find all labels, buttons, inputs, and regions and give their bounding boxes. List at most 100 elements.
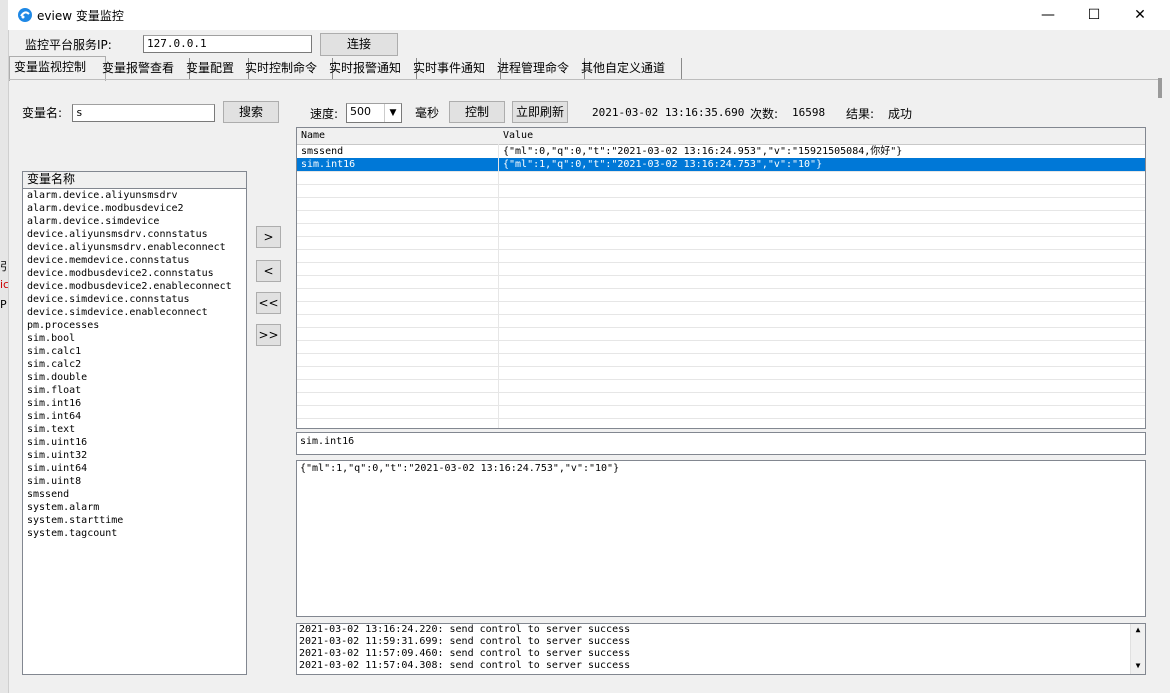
grid-cell-value: {"ml":1,"q":0,"t":"2021-03-02 13:16:24.7… [503,159,823,170]
variable-name-label: 变量名: [22,106,63,120]
table-row[interactable]: sim.int16 {"ml":1,"q":0,"t":"2021-03-02 1… [297,158,1145,172]
log-line: 2021-03-02 11:57:04.308: send control to… [299,660,631,671]
log-line: 2021-03-02 11:59:31.699: send control to… [299,636,631,647]
table-row[interactable] [297,301,1145,315]
selected-value-textarea[interactable]: {"ml":1,"q":0,"t":"2021-03-02 13:16:24.7… [296,460,1146,617]
variable-list-item[interactable]: device.simdevice.enableconnect [23,306,246,319]
server-ip-label: 监控平台服务IP: [25,38,112,52]
count-label: 次数: [750,107,779,121]
table-row[interactable] [297,184,1145,198]
add-selected-button[interactable]: > [256,226,281,248]
variable-list-item[interactable]: device.aliyunsmsdrv.connstatus [23,228,246,241]
speed-value: 500 [350,105,371,118]
table-row[interactable] [297,392,1145,406]
variable-list-item[interactable]: smssend [23,488,246,501]
variable-list-item[interactable]: alarm.device.modbusdevice2 [23,202,246,215]
tab-variable-config[interactable]: 变量配置 [182,58,249,80]
variable-list-item[interactable]: sim.bool [23,332,246,345]
minimize-button[interactable]: — [1025,0,1071,30]
tab-realtime-alarm[interactable]: 实时报警通知 [325,58,417,80]
result-value: 成功 [888,107,913,121]
variable-list-item[interactable]: sim.uint32 [23,449,246,462]
tab-custom-channel[interactable]: 其他自定义通道 [577,58,682,80]
table-row[interactable] [297,197,1145,211]
variable-list-item[interactable]: system.starttime [23,514,246,527]
variable-list-item[interactable]: device.modbusdevice2.connstatus [23,267,246,280]
app-logo-icon [17,7,33,23]
title-bar[interactable] [8,0,1170,30]
table-row[interactable] [297,379,1145,393]
variable-list-item[interactable]: sim.float [23,384,246,397]
variable-list-item[interactable]: sim.double [23,371,246,384]
variable-list-item[interactable]: alarm.device.aliyunsmsdrv [23,189,246,202]
table-row[interactable] [297,210,1145,224]
variable-list-item[interactable]: sim.uint16 [23,436,246,449]
variable-list-item[interactable]: sim.calc1 [23,345,246,358]
log-output[interactable]: 2021-03-02 13:16:24.220: send control to… [296,623,1146,675]
variable-list-item[interactable]: sim.uint8 [23,475,246,488]
variable-list-item[interactable]: device.aliyunsmsdrv.enableconnect [23,241,246,254]
maximize-button[interactable]: ☐ [1071,0,1117,30]
table-row[interactable] [297,314,1145,328]
variable-list-item[interactable]: sim.uint64 [23,462,246,475]
table-row[interactable] [297,171,1145,185]
variable-list-item[interactable]: system.alarm [23,501,246,514]
scroll-down-icon[interactable]: ▼ [1131,660,1145,672]
variable-list-item[interactable]: system.tagcount [23,527,246,540]
variable-list-item[interactable]: sim.int64 [23,410,246,423]
table-row[interactable] [297,353,1145,367]
tab-bar: 变量监视控制 变量报警查看 变量配置 实时控制命令 实时报警通知 实时事件通知 … [9,56,1159,81]
grid-header-value[interactable]: Value [499,128,1145,145]
variable-list-item[interactable]: sim.calc2 [23,358,246,371]
remove-all-button[interactable]: << [256,292,281,314]
close-button[interactable]: ✕ [1117,0,1163,30]
scroll-up-icon[interactable]: ▲ [1131,624,1145,636]
variable-search-input[interactable]: s [72,104,215,122]
table-row[interactable] [297,223,1145,237]
table-row[interactable]: smssend {"ml":0,"q":0,"t":"2021-03-02 13:… [297,145,1145,159]
refresh-now-button[interactable]: 立即刷新 [512,101,568,123]
grid-cell-name: sim.int16 [301,159,356,170]
log-scrollbar[interactable]: ▲ ▼ [1130,624,1145,674]
grid-cell-value: {"ml":0,"q":0,"t":"2021-03-02 13:16:24.9… [503,146,903,157]
window-scroll-thumb[interactable] [1158,78,1162,98]
connect-button[interactable]: 连接 [320,33,398,56]
variable-list-header[interactable]: 变量名称 [23,172,246,189]
table-row[interactable] [297,327,1145,341]
variable-list-item[interactable]: sim.text [23,423,246,436]
speed-select[interactable]: 500 ▼ [346,103,402,123]
table-row[interactable] [297,405,1145,419]
variable-list-item[interactable]: device.modbusdevice2.enableconnect [23,280,246,293]
tab-variable-alarm[interactable]: 变量报警查看 [98,58,190,80]
variable-list-item[interactable]: pm.processes [23,319,246,332]
milliseconds-unit: 毫秒 [415,106,440,120]
table-row[interactable] [297,262,1145,276]
table-row[interactable] [297,366,1145,380]
variable-list-item[interactable]: device.simdevice.connstatus [23,293,246,306]
table-row[interactable] [297,288,1145,302]
tab-realtime-control[interactable]: 实时控制命令 [241,58,333,80]
variable-list-item[interactable]: alarm.device.simdevice [23,215,246,228]
control-button[interactable]: 控制 [449,101,505,123]
log-line: 2021-03-02 13:16:24.220: send control to… [299,624,631,635]
server-ip-input[interactable]: 127.0.0.1 [143,35,312,53]
tab-realtime-event[interactable]: 实时事件通知 [409,58,501,80]
tab-variable-monitor[interactable]: 变量监视控制 [9,56,106,81]
table-row[interactable] [297,340,1145,354]
table-row[interactable] [297,249,1145,263]
table-row[interactable] [297,236,1145,250]
variable-listbox[interactable]: 变量名称 alarm.device.aliyunsmsdrv alarm.devi… [22,171,247,675]
variable-list-item[interactable]: sim.int16 [23,397,246,410]
selected-name-field[interactable]: sim.int16 [296,432,1146,455]
tab-process-manage[interactable]: 进程管理命令 [493,58,585,80]
variable-list-item[interactable]: device.memdevice.connstatus [23,254,246,267]
chevron-down-icon[interactable]: ▼ [384,104,401,122]
monitor-grid[interactable]: Name Value smssend {"ml":0,"q":0,"t":"202… [296,127,1146,429]
grid-header-name[interactable]: Name [297,128,504,145]
add-all-button[interactable]: >> [256,324,281,346]
result-label: 结果: [846,107,875,121]
search-button[interactable]: 搜索 [223,101,279,123]
table-row[interactable] [297,275,1145,289]
window-title: eview 变量监控 [37,9,124,23]
remove-selected-button[interactable]: < [256,260,281,282]
